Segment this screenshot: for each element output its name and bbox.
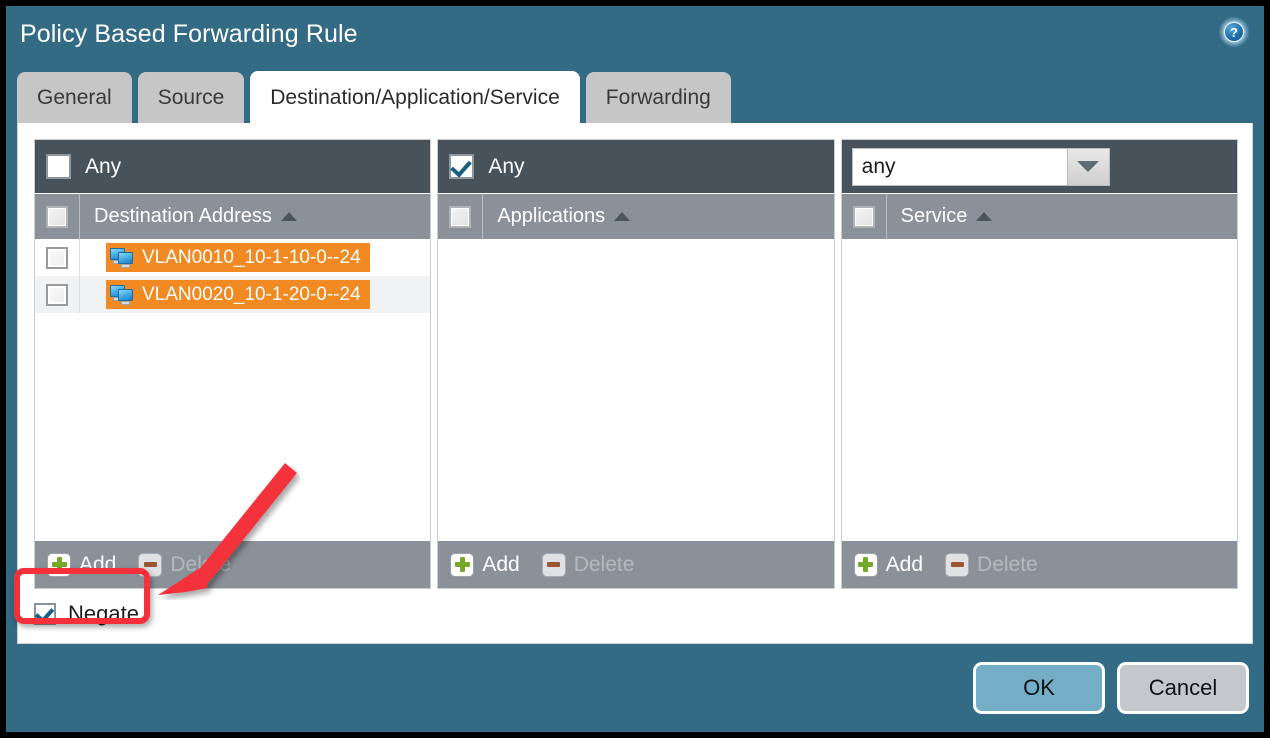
service-select[interactable]: any [852, 148, 1110, 186]
destination-column-header: Destination Address [35, 193, 430, 239]
destination-address-label: VLAN0020_10-1-20-0--24 [142, 284, 361, 306]
destination-header-text-wrap[interactable]: Destination Address [80, 205, 297, 228]
service-delete-label: Delete [977, 553, 1038, 577]
row-checkbox[interactable] [46, 247, 68, 269]
row-checkbox-cell [35, 276, 80, 313]
service-header-label: Service [901, 205, 968, 228]
applications-header-text-wrap[interactable]: Applications [483, 205, 630, 228]
applications-delete-button[interactable]: Delete [542, 553, 635, 577]
applications-any-label: Any [488, 155, 524, 179]
service-select-all-checkbox[interactable] [853, 206, 875, 228]
tab-forwarding[interactable]: Forwarding [586, 72, 731, 124]
sort-ascending-icon [614, 212, 630, 221]
table-row[interactable]: VLAN0010_10-1-10-0--24 [35, 239, 430, 276]
plus-icon [47, 553, 71, 577]
help-icon[interactable]: ? [1219, 17, 1249, 47]
plus-icon [450, 553, 474, 577]
destination-add-label: Add [79, 553, 116, 577]
applications-select-all-checkbox[interactable] [449, 206, 471, 228]
service-select-all-cell [842, 194, 887, 239]
service-panel: any Service A [841, 139, 1238, 589]
applications-add-label: Add [482, 553, 519, 577]
address-group-icon [110, 247, 136, 269]
help-icon-glyph: ? [1224, 22, 1244, 42]
address-group-icon [110, 284, 136, 306]
destination-address-label: VLAN0010_10-1-10-0--24 [142, 247, 361, 269]
service-footer: Add Delete [842, 540, 1237, 588]
minus-icon [542, 553, 566, 577]
applications-footer: Add Delete [438, 540, 833, 588]
destination-any-checkbox[interactable] [46, 154, 71, 179]
service-add-button[interactable]: Add [854, 553, 923, 577]
negate-checkbox-row[interactable]: Negate [34, 597, 139, 631]
cancel-button[interactable]: Cancel [1117, 662, 1249, 714]
service-delete-button[interactable]: Delete [945, 553, 1038, 577]
policy-based-forwarding-rule-dialog: Policy Based Forwarding Rule ? General S… [6, 6, 1264, 732]
row-checkbox[interactable] [46, 284, 68, 306]
service-select-bar: any [842, 140, 1237, 193]
negate-label: Negate [68, 601, 139, 627]
tab-general[interactable]: General [17, 72, 132, 124]
applications-header-label: Applications [497, 205, 605, 228]
service-column-header: Service [842, 193, 1237, 239]
dialog-title-bar: Policy Based Forwarding Rule ? [6, 6, 1264, 70]
destination-any-bar: Any [35, 140, 430, 193]
applications-add-button[interactable]: Add [450, 553, 519, 577]
service-rows [842, 239, 1237, 540]
table-row[interactable]: VLAN0020_10-1-20-0--24 [35, 276, 430, 313]
tab-strip: General Source Destination/Application/S… [17, 71, 731, 124]
tab-destination-application-service[interactable]: Destination/Application/Service [250, 71, 580, 124]
destination-footer: Add Delete [35, 540, 430, 588]
destination-address-panel: Any Destination Address [34, 139, 431, 589]
destination-header-label: Destination Address [94, 205, 272, 228]
applications-any-checkbox[interactable] [449, 154, 474, 179]
sort-ascending-icon [281, 212, 297, 221]
destination-address-item[interactable]: VLAN0010_10-1-10-0--24 [106, 243, 370, 272]
tab-source[interactable]: Source [138, 72, 245, 124]
applications-column-header: Applications [438, 193, 833, 239]
service-add-label: Add [886, 553, 923, 577]
destination-delete-label: Delete [170, 553, 231, 577]
sort-ascending-icon [976, 212, 992, 221]
applications-select-all-cell [438, 194, 483, 239]
destination-address-item[interactable]: VLAN0020_10-1-20-0--24 [106, 280, 370, 309]
chevron-down-icon[interactable] [1067, 149, 1109, 185]
ok-button[interactable]: OK [973, 662, 1105, 714]
applications-rows [438, 239, 833, 540]
row-checkbox-cell [35, 239, 80, 276]
columns-container: Any Destination Address [34, 139, 1238, 589]
minus-icon [945, 553, 969, 577]
service-select-value: any [853, 149, 1067, 185]
applications-delete-label: Delete [574, 553, 635, 577]
destination-select-all-cell [35, 194, 80, 239]
applications-any-bar: Any [438, 140, 833, 193]
destination-select-all-checkbox[interactable] [46, 206, 68, 228]
tab-content-panel: Any Destination Address [17, 123, 1253, 644]
page-title: Policy Based Forwarding Rule [20, 20, 358, 49]
applications-panel: Any Applications Add [437, 139, 834, 589]
destination-delete-button[interactable]: Delete [138, 553, 231, 577]
plus-icon [854, 553, 878, 577]
negate-checkbox[interactable] [34, 603, 56, 625]
destination-rows: VLAN0010_10-1-10-0--24 VLAN0020_ [35, 239, 430, 540]
minus-icon [138, 553, 162, 577]
destination-add-button[interactable]: Add [47, 553, 116, 577]
service-header-text-wrap[interactable]: Service [887, 205, 993, 228]
destination-any-label: Any [85, 155, 121, 179]
dialog-button-bar: OK Cancel [973, 662, 1249, 714]
